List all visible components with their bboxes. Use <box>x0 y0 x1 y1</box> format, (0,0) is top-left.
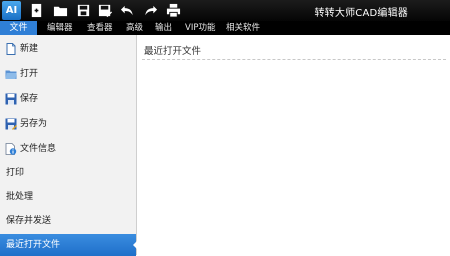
save-icon[interactable] <box>76 3 91 18</box>
file-sidebar: 新建 打开 保存 另存为 文件信息 打印 批处理 保存并发送 最近打开文件 <box>0 35 137 256</box>
app-title: 转转大师CAD编辑器 <box>314 8 408 19</box>
print-icon[interactable] <box>166 3 181 18</box>
menu-output[interactable]: 输出 <box>155 21 172 35</box>
sidebar-item-print[interactable]: 打印 <box>0 162 136 184</box>
save-icon <box>5 93 17 105</box>
sidebar-item-label: 另存为 <box>20 119 48 129</box>
menu-advanced[interactable]: 高级 <box>126 21 143 35</box>
menu-vip[interactable]: VIP功能 <box>185 21 215 35</box>
recent-files-panel: 最近打开文件 <box>137 35 450 255</box>
panel-title: 最近打开文件 <box>144 46 202 57</box>
open-folder-icon[interactable] <box>53 3 68 18</box>
app-logo: AI <box>2 1 21 20</box>
sidebar-item-new[interactable]: 新建 <box>0 38 136 60</box>
redo-icon[interactable] <box>143 3 158 18</box>
new-icon <box>5 43 17 55</box>
divider <box>142 59 446 60</box>
menu-file[interactable]: 文件 <box>0 21 37 35</box>
save-as-icon[interactable] <box>98 3 113 18</box>
menu-viewer[interactable]: 查看器 <box>87 21 113 35</box>
sidebar-item-open[interactable]: 打开 <box>0 63 136 85</box>
sidebar-item-save[interactable]: 保存 <box>0 88 136 110</box>
sidebar-item-file-info[interactable]: 文件信息 <box>0 138 136 160</box>
menu-editor[interactable]: 编辑器 <box>47 21 73 35</box>
sidebar-item-label: 打印 <box>6 168 25 178</box>
sidebar-item-label: 文件信息 <box>20 144 57 154</box>
sidebar-item-label: 批处理 <box>6 192 34 202</box>
open-folder-icon <box>5 68 17 80</box>
file-info-icon <box>5 143 17 155</box>
menu-related-software[interactable]: 相关软件 <box>226 21 260 35</box>
sidebar-item-batch[interactable]: 批处理 <box>0 186 136 208</box>
sidebar-item-label: 打开 <box>20 69 39 79</box>
save-as-icon <box>5 118 17 130</box>
title-bar: AI 转转大师CAD编辑器 <box>0 0 450 21</box>
menu-bar: 文件 编辑器 查看器 高级 输出 VIP功能 相关软件 <box>0 21 450 35</box>
sidebar-item-label: 新建 <box>20 44 39 54</box>
sidebar-item-label: 保存并发送 <box>6 216 52 226</box>
sidebar-item-save-and-send[interactable]: 保存并发送 <box>0 210 136 232</box>
sidebar-item-save-as[interactable]: 另存为 <box>0 113 136 135</box>
sidebar-item-label: 最近打开文件 <box>6 240 61 250</box>
sidebar-item-recent-files[interactable]: 最近打开文件 <box>0 234 137 256</box>
sidebar-item-label: 保存 <box>20 94 39 104</box>
undo-icon[interactable] <box>120 3 135 18</box>
new-icon[interactable] <box>29 3 44 18</box>
